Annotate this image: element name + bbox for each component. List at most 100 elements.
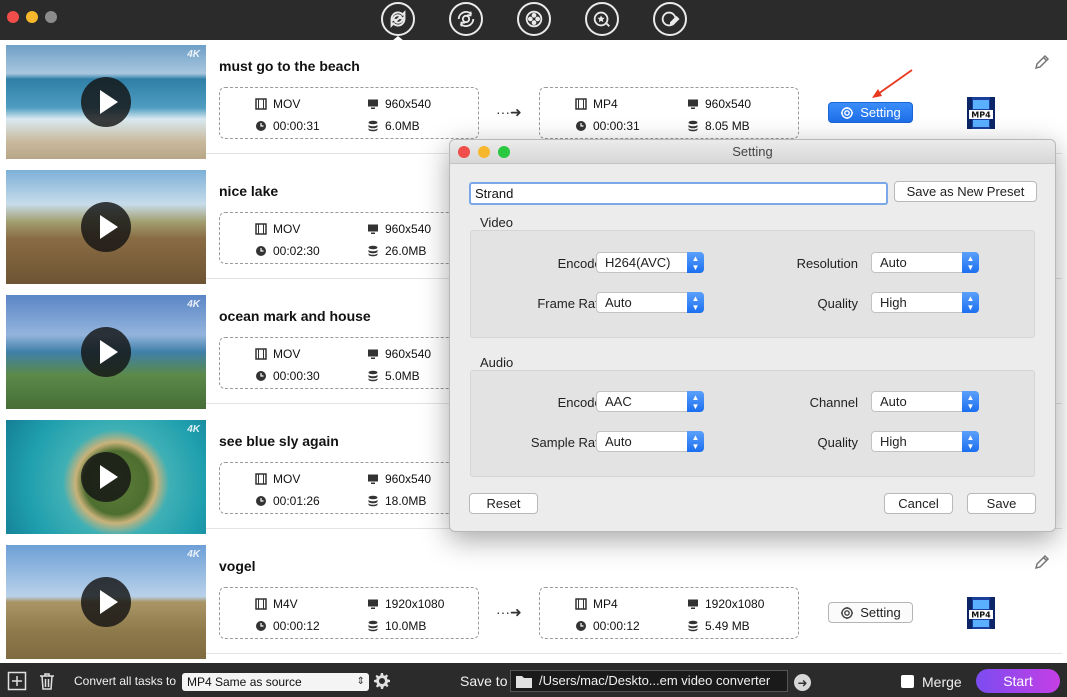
resolution-label: Resolution [796, 256, 858, 271]
merge-checkbox[interactable] [901, 675, 914, 688]
setting-button[interactable]: Setting [828, 102, 913, 123]
film-edit-icon[interactable] [653, 2, 687, 36]
start-button[interactable]: Start [976, 669, 1060, 693]
mp4-icon-label: MP4 [971, 611, 991, 620]
sample-rate-label: Sample Rate [530, 435, 606, 450]
video-thumbnail[interactable]: 4K [6, 45, 206, 159]
video-thumbnail[interactable]: 4K [6, 295, 206, 409]
clock-icon [256, 121, 266, 131]
trash-icon[interactable] [37, 671, 57, 691]
convert-arrow-icon: ···➜ [496, 604, 522, 620]
stepper-icon: ▲ ▼ [962, 252, 979, 273]
video-quality-select[interactable]: High ▲ ▼ [871, 292, 979, 313]
output-duration: 00:00:12 [575, 619, 640, 633]
source-duration: 00:00:31 [255, 119, 320, 133]
video-row[interactable]: 4K vogel M4V 1920x1080 00:00:12 10.0MB ·… [6, 540, 1062, 659]
source-duration: 00:02:30 [255, 244, 320, 258]
gear-icon [841, 106, 854, 119]
source-resolution: 960x540 [367, 347, 431, 361]
frame-rate-select[interactable]: Auto ▲ ▼ [596, 292, 704, 313]
source-info-box: MOV 960x540 00:00:30 5.0MB [219, 337, 479, 389]
bottom-toolbar: Convert all tasks to MP4 Same as source … [0, 663, 1067, 697]
film-icon [255, 473, 267, 485]
window-close-button[interactable] [7, 11, 19, 23]
convert-icon[interactable] [381, 2, 415, 36]
mp4-format-icon[interactable]: MP4 [963, 595, 999, 631]
sample-rate-select[interactable]: Auto ▲ ▼ [596, 431, 704, 452]
video-title: nice lake [219, 183, 279, 199]
clock-icon [576, 121, 586, 131]
play-icon[interactable] [81, 327, 131, 377]
audio-section-label: Audio [480, 355, 514, 370]
source-duration: 00:01:26 [255, 494, 320, 508]
film-icon [255, 98, 267, 110]
output-preset-select[interactable]: MP4 Same as source ⇕ [182, 673, 369, 691]
preset-name-input[interactable] [469, 182, 888, 205]
database-icon [368, 495, 378, 507]
film-icon [255, 598, 267, 610]
gear-icon[interactable] [374, 673, 390, 689]
stepper-icon: ▲ ▼ [962, 391, 979, 412]
clock-icon [576, 621, 586, 631]
monitor-icon [368, 474, 378, 484]
output-info-box[interactable]: MP4 960x540 00:00:31 8.05 MB [539, 87, 799, 139]
monitor-icon [368, 99, 378, 109]
audio-quality-select[interactable]: High ▲ ▼ [871, 431, 979, 452]
stepper-icon: ▲ ▼ [687, 252, 704, 273]
cancel-button[interactable]: Cancel [884, 493, 953, 514]
clock-icon [256, 371, 266, 381]
source-resolution: 960x540 [367, 97, 431, 111]
save-to-label: Save to [460, 673, 508, 689]
resolution-select[interactable]: Auto ▲ ▼ [871, 252, 979, 273]
film-star-icon[interactable] [585, 2, 619, 36]
film-icon [255, 223, 267, 235]
setting-button[interactable]: Setting [828, 602, 913, 623]
source-size: 5.0MB [367, 369, 420, 383]
dialog-close-button[interactable] [458, 146, 470, 158]
dialog-title: Setting [732, 144, 773, 159]
clock-icon [256, 621, 266, 631]
output-info-box[interactable]: MP4 1920x1080 00:00:12 5.49 MB [539, 587, 799, 639]
play-icon[interactable] [81, 452, 131, 502]
mp4-format-icon[interactable]: MP4 [963, 95, 999, 131]
edit-icon[interactable] [1033, 553, 1051, 571]
output-path-field[interactable]: /Users/mac/Deskto...em video converter [510, 670, 788, 692]
video-settings-group: Encoder H264(AVC) ▲ ▼ Frame Rate Auto ▲ ▼ Re… [470, 230, 1035, 338]
window-zoom-button[interactable] [45, 11, 57, 23]
cloud-sync-icon[interactable] [449, 2, 483, 36]
convert-all-label: Convert all tasks to [74, 674, 177, 688]
save-as-new-preset-button[interactable]: Save as New Preset [894, 181, 1037, 202]
channel-select[interactable]: Auto ▲ ▼ [871, 391, 979, 412]
audio-encoder-select[interactable]: AAC ▲ ▼ [596, 391, 704, 412]
video-thumbnail[interactable] [6, 170, 206, 284]
source-info-box: MOV 960x540 00:02:30 26.0MB [219, 212, 479, 264]
source-size: 10.0MB [367, 619, 426, 633]
window-minimize-button[interactable] [26, 11, 38, 23]
stepper-icon: ▲ ▼ [962, 292, 979, 313]
monitor-icon [368, 224, 378, 234]
setting-dialog: Setting Save as New Preset Video Encoder… [449, 139, 1056, 532]
source-format: MOV [255, 222, 300, 236]
stepper-icon: ▲ ▼ [687, 391, 704, 412]
source-info-box: MOV 960x540 00:00:31 6.0MB [219, 87, 479, 139]
play-icon[interactable] [81, 202, 131, 252]
open-folder-arrow-icon[interactable]: ➜ [794, 674, 811, 691]
source-resolution: 960x540 [367, 472, 431, 486]
save-button[interactable]: Save [967, 493, 1036, 514]
video-thumbnail[interactable]: 4K [6, 545, 206, 659]
database-icon [688, 120, 698, 132]
database-icon [368, 245, 378, 257]
film-reel-icon[interactable] [517, 2, 551, 36]
dialog-minimize-button[interactable] [478, 146, 490, 158]
edit-icon[interactable] [1033, 53, 1051, 71]
dialog-zoom-button[interactable] [498, 146, 510, 158]
video-thumbnail[interactable]: 4K [6, 420, 206, 534]
reset-button[interactable]: Reset [469, 493, 538, 514]
database-icon [368, 620, 378, 632]
video-encoder-select[interactable]: H264(AVC) ▲ ▼ [596, 252, 704, 273]
source-duration: 00:00:12 [255, 619, 320, 633]
play-icon[interactable] [81, 577, 131, 627]
play-icon[interactable] [81, 77, 131, 127]
add-icon[interactable] [7, 671, 27, 691]
film-icon [255, 348, 267, 360]
